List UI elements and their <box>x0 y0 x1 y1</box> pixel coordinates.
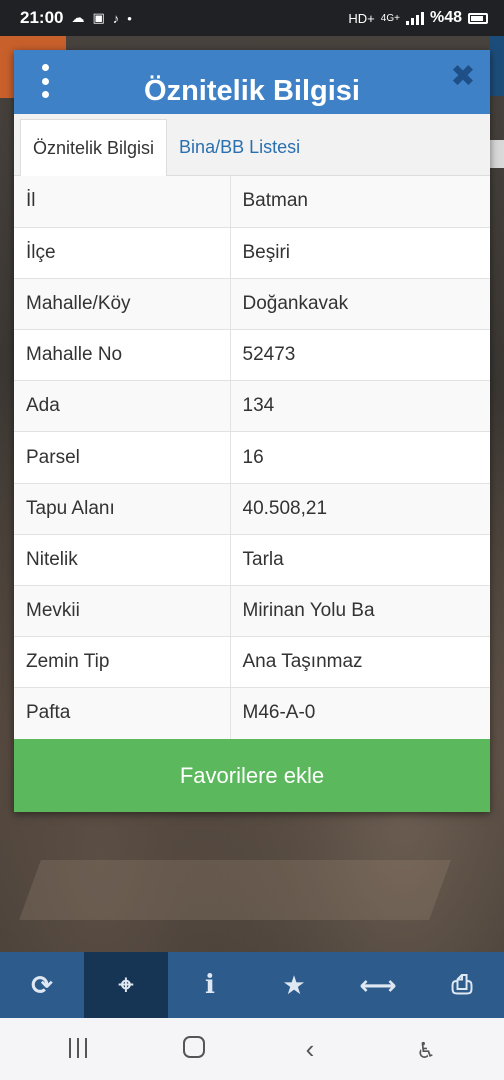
accessibility-icon: ♿ <box>416 1037 436 1063</box>
chevron-left-icon: ‹ <box>305 1033 315 1064</box>
tab-attribute-info[interactable]: Öznitelik Bilgisi <box>20 119 168 176</box>
cloud-icon: ☁ <box>71 10 85 25</box>
horizontal-arrows-icon[interactable]: ⟷ <box>336 952 420 1018</box>
status-time: 21:00 <box>20 8 64 27</box>
close-icon[interactable]: ✖ <box>450 62 476 92</box>
table-row: Parsel 16 <box>14 431 490 484</box>
accessibility-button[interactable]: ♿ <box>396 1034 456 1065</box>
signal-icon <box>405 11 424 25</box>
table-row: Ada 134 <box>14 380 490 433</box>
tab-building-list[interactable]: Bina/BB Listesi <box>167 119 312 175</box>
info-icon[interactable]: i <box>168 952 252 1018</box>
hd-icon: HD+ <box>348 10 375 26</box>
table-row: Tapu Alanı 40.508,21 <box>14 483 490 535</box>
recent-apps-icon <box>69 1037 87 1058</box>
row-key: Mahalle/Köy <box>14 278 231 331</box>
row-value: Batman <box>230 176 490 228</box>
battery-text: %48 <box>429 9 462 26</box>
row-value: Mirinan Yolu Ba <box>230 585 490 638</box>
tab-bar: Öznitelik Bilgisi Bina/BB Listesi <box>14 114 490 176</box>
table-row: Zemin Tip Ana Taşınmaz <box>14 636 490 689</box>
row-value: Doğankavak <box>230 278 490 331</box>
row-key: Tapu Alanı <box>14 483 231 535</box>
row-value: Beşiri <box>230 227 490 279</box>
recent-apps-button[interactable] <box>48 1034 108 1065</box>
row-key: İlçe <box>14 227 231 279</box>
map-feature <box>19 860 451 920</box>
dialog-title: Öznitelik Bilgisi <box>144 74 360 107</box>
table-row: Mahalle No 52473 <box>14 329 490 382</box>
table-row: İlçe Beşiri <box>14 227 490 279</box>
row-value: M46-A-0 <box>230 687 490 740</box>
row-value: 40.508,21 <box>230 483 490 535</box>
row-key: Mahalle No <box>14 329 231 382</box>
home-button[interactable] <box>164 1034 224 1065</box>
row-value: Ana Taşınmaz <box>230 636 490 689</box>
back-button[interactable]: ‹ <box>280 1034 340 1065</box>
battery-icon <box>468 12 488 24</box>
row-key: İl <box>14 176 231 228</box>
status-bar: 21:00 ☁ ▣ ♪ • HD+ 4G+ %48 <box>0 0 504 36</box>
crosshair-icon[interactable]: ⌖ <box>84 952 168 1018</box>
row-value: 16 <box>230 431 490 484</box>
row-value: 134 <box>230 380 490 433</box>
system-nav-bar: ‹ ♿ <box>0 1018 504 1080</box>
bottom-toolbar: ⟳ ⌖ i ★ ⟷ ⎙ <box>0 952 504 1018</box>
map-side-chip[interactable] <box>490 140 504 168</box>
row-key: Parsel <box>14 431 231 484</box>
more-options-icon[interactable] <box>38 64 52 98</box>
star-icon[interactable]: ★ <box>252 952 336 1018</box>
table-row: Pafta M46-A-0 <box>14 687 490 740</box>
table-row: Mevkii Mirinan Yolu Ba <box>14 585 490 638</box>
table-row: Nitelik Tarla <box>14 534 490 587</box>
row-key: Nitelik <box>14 534 231 587</box>
printer-icon[interactable]: ⎙ <box>420 952 504 1018</box>
home-icon <box>183 1035 205 1058</box>
row-value: 52473 <box>230 329 490 382</box>
refresh-icon[interactable]: ⟳ <box>0 952 84 1018</box>
row-key: Ada <box>14 380 231 433</box>
dialog-header: Öznitelik Bilgisi ✖ <box>14 50 490 114</box>
dot-icon: • <box>127 10 132 26</box>
network-type-icon: 4G+ <box>380 12 400 24</box>
row-key: Zemin Tip <box>14 636 231 689</box>
voicemail-icon: ▣ <box>92 10 105 25</box>
map-side-control[interactable] <box>490 36 504 96</box>
attribute-dialog: Öznitelik Bilgisi ✖ Öznitelik Bilgisi Bi… <box>14 50 490 812</box>
add-to-favorites-button[interactable]: Favorilere ekle <box>14 739 490 812</box>
table-row: İl Batman <box>14 176 490 228</box>
row-key: Pafta <box>14 687 231 740</box>
attribute-table: İl Batman İlçe Beşiri Mahalle/Köy Doğank… <box>14 176 490 740</box>
row-key: Mevkii <box>14 585 231 638</box>
row-value: Tarla <box>230 534 490 587</box>
table-row: Mahalle/Köy Doğankavak <box>14 278 490 331</box>
tiktok-icon: ♪ <box>112 10 120 26</box>
